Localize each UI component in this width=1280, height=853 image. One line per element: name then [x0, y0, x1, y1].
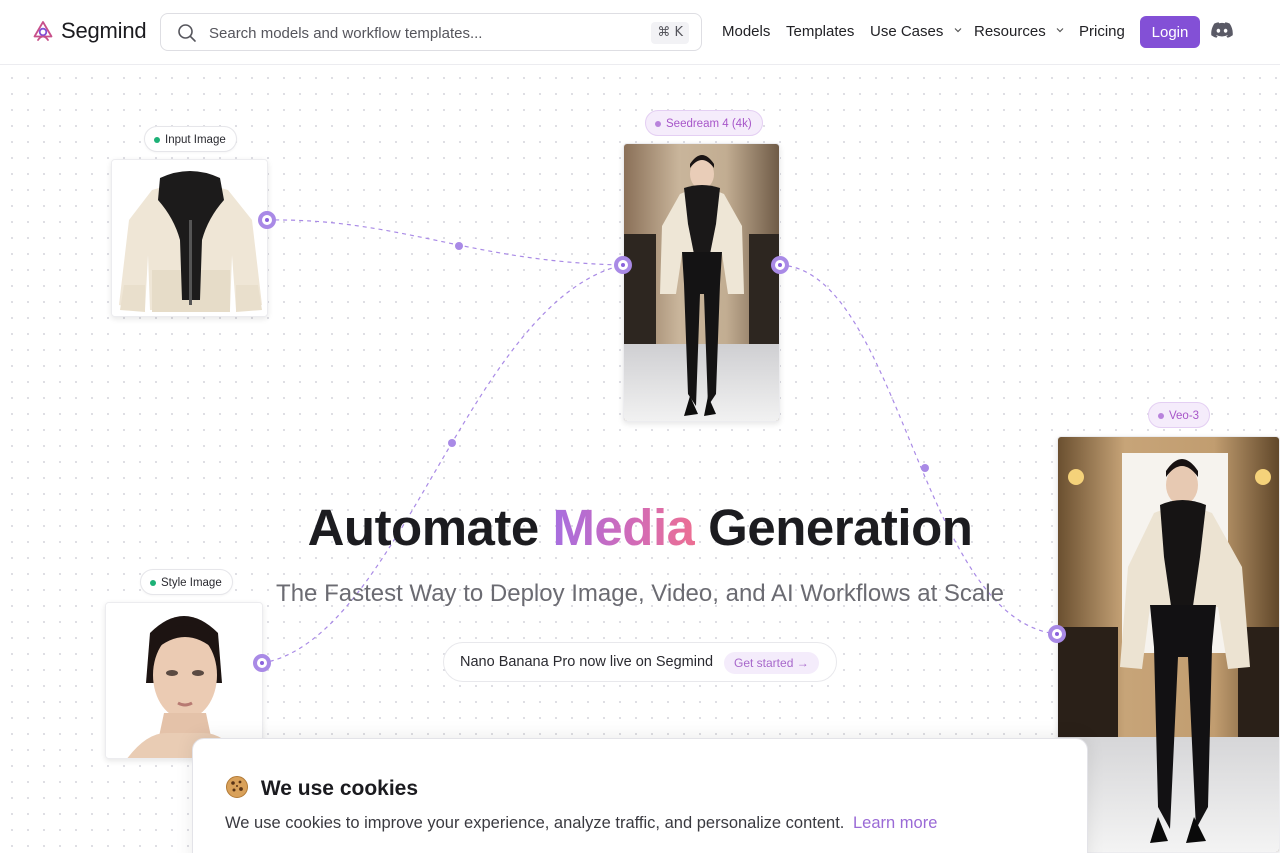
hero-title-post: Generation: [708, 499, 973, 556]
hero-subtitle: The Fastest Way to Deploy Image, Video, …: [276, 580, 1004, 607]
node-label-input-image: Input Image: [144, 126, 237, 152]
style-image-output-port[interactable]: [253, 654, 271, 672]
nav-resources-label: Resources: [974, 23, 1046, 40]
hero-title-accent: Media: [552, 499, 695, 556]
search-bar[interactable]: ⌘ K: [160, 13, 702, 51]
cookie-message: We use cookies to improve your experienc…: [225, 814, 937, 833]
style-image-card[interactable]: [105, 602, 263, 759]
connector-midpoint: [455, 242, 463, 250]
nav-use-cases-label: Use Cases: [870, 23, 944, 40]
chevron-down-icon: [1056, 28, 1064, 33]
cookie-icon: [226, 776, 248, 798]
cookie-title: We use cookies: [225, 775, 418, 801]
input-image-card[interactable]: [111, 159, 268, 317]
chevron-down-icon: [954, 28, 961, 33]
announcement-pill[interactable]: Nano Banana Pro now live on Segmind Get …: [443, 642, 837, 682]
hero-title-pre: Automate: [307, 499, 540, 556]
discord-icon[interactable]: [1211, 22, 1233, 40]
brand-name: Segmind: [61, 18, 147, 43]
search-input[interactable]: [209, 22, 629, 44]
nav-models[interactable]: Models: [722, 23, 770, 40]
cookie-title-text: We use cookies: [260, 777, 419, 800]
cookie-banner: We use cookies We use cookies to improve…: [192, 738, 1088, 853]
login-button[interactable]: Login: [1140, 16, 1200, 48]
connector-midpoint: [448, 439, 456, 447]
seedream-output-card[interactable]: [623, 143, 780, 422]
cookie-body-text: We use cookies to improve your experienc…: [225, 814, 845, 832]
input-image-output-port[interactable]: [258, 211, 276, 229]
jacket-image: [112, 160, 267, 316]
brand-logo[interactable]: Segmind: [31, 18, 147, 44]
seedream-output-port[interactable]: [771, 256, 789, 274]
runway-model-image: [624, 144, 779, 421]
nav-use-cases[interactable]: Use Cases: [870, 23, 962, 40]
search-shortcut-badge: ⌘ K: [651, 22, 689, 44]
veo-input-port[interactable]: [1048, 625, 1066, 643]
node-label-veo: Veo-3: [1148, 402, 1211, 428]
portrait-image: [106, 603, 262, 758]
top-navigation-bar: Segmind ⌘ K Models Templates Use Cases R…: [0, 0, 1280, 65]
hero-title: Automate Media Generation: [0, 498, 1280, 557]
nav-templates[interactable]: Templates: [786, 23, 854, 40]
nav-resources[interactable]: Resources: [974, 23, 1064, 40]
nav-pricing[interactable]: Pricing: [1079, 23, 1125, 40]
learn-more-link[interactable]: Learn more: [853, 814, 937, 832]
get-started-link[interactable]: Get started →: [724, 652, 819, 674]
segmind-logo-icon: [33, 21, 53, 41]
announcement-text: Nano Banana Pro now live on Segmind: [460, 654, 714, 670]
search-icon: [178, 24, 196, 42]
connector-midpoint: [921, 464, 929, 472]
seedream-input-port[interactable]: [614, 256, 632, 274]
node-label-seedream: Seedream 4 (4k): [645, 110, 763, 136]
